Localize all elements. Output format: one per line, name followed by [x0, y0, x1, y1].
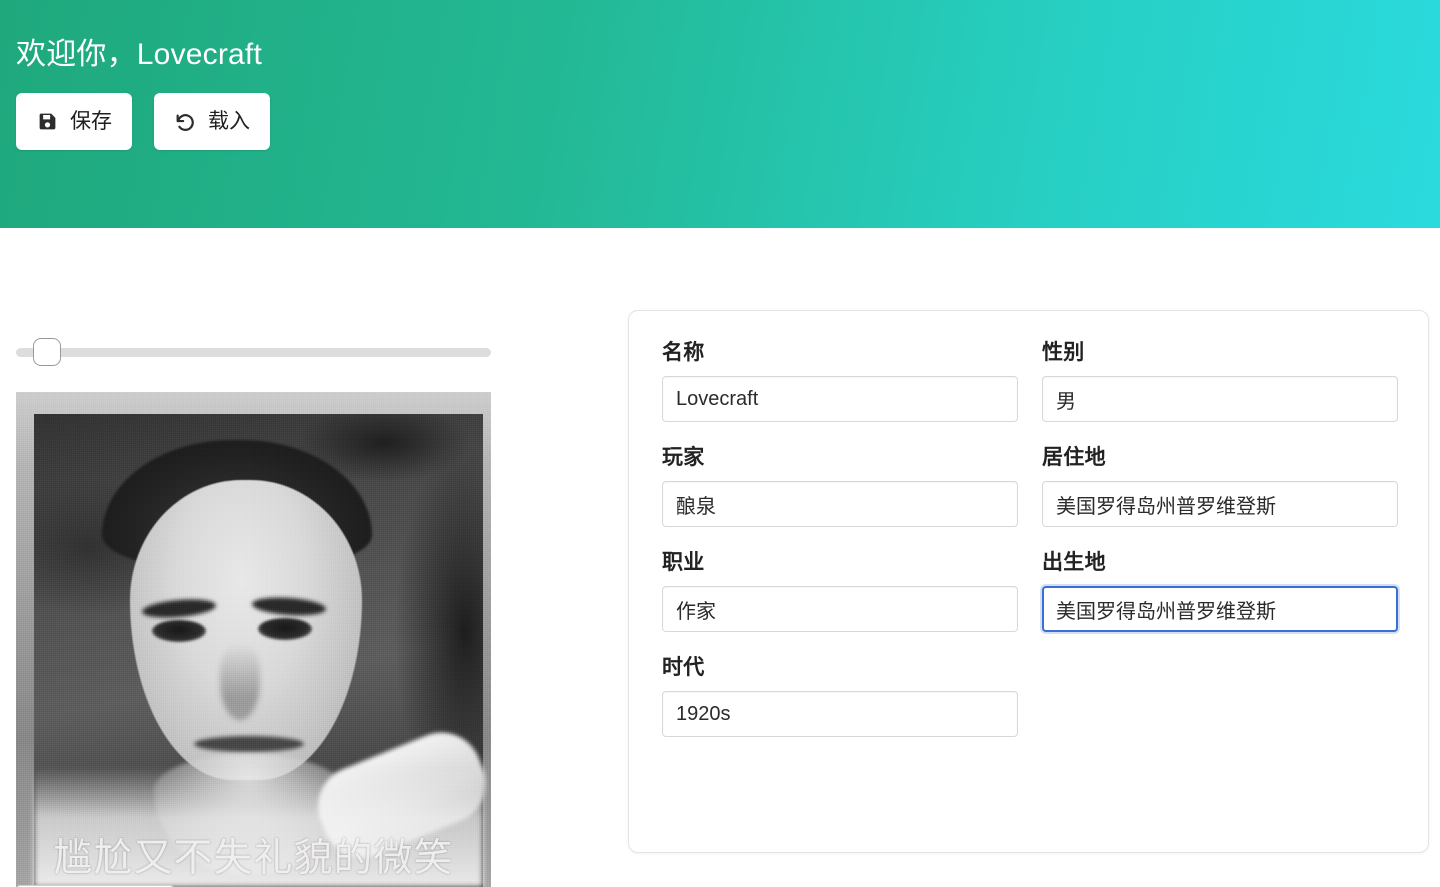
field-era: 时代 — [662, 653, 1018, 737]
field-occupation: 职业 — [662, 548, 1018, 632]
avatar-pane: 尴尬又不失礼貌的微笑 — [0, 228, 510, 887]
field-player-label: 玩家 — [662, 446, 705, 469]
field-name: 名称 — [662, 338, 1018, 422]
avatar-image[interactable]: 尴尬又不失礼貌的微笑 — [16, 392, 491, 887]
era-input[interactable] — [662, 691, 1018, 737]
player-input[interactable] — [662, 481, 1018, 527]
name-input[interactable] — [662, 376, 1018, 422]
field-occupation-label: 职业 — [662, 551, 705, 574]
field-player: 玩家 — [662, 443, 1018, 527]
character-info-card: 名称 性别 玩家 居住地 职业 出生地 — [628, 310, 1429, 853]
floppy-disk-icon — [36, 111, 58, 133]
field-gender: 性别 — [1042, 338, 1398, 422]
birthplace-input[interactable] — [1042, 586, 1398, 632]
header-actions: 保存 载入 — [16, 93, 270, 150]
field-era-label: 时代 — [662, 656, 705, 679]
save-button[interactable]: 保存 — [16, 93, 132, 150]
residence-input[interactable] — [1042, 481, 1398, 527]
save-button-label: 保存 — [70, 110, 112, 133]
field-residence-label: 居住地 — [1042, 446, 1106, 469]
slider-thumb[interactable] — [33, 338, 61, 366]
avatar-photo — [16, 392, 491, 887]
slider-track[interactable] — [16, 348, 491, 357]
field-birthplace-label: 出生地 — [1042, 551, 1106, 574]
avatar-caption: 尴尬又不失礼貌的微笑 — [53, 837, 454, 880]
gender-input[interactable] — [1042, 376, 1398, 422]
field-gender-label: 性别 — [1042, 341, 1085, 364]
field-name-label: 名称 — [662, 341, 705, 364]
undo-arrow-icon — [174, 111, 196, 133]
character-fields-grid: 名称 性别 玩家 居住地 职业 出生地 — [662, 338, 1398, 758]
load-button[interactable]: 载入 — [154, 93, 270, 150]
occupation-input[interactable] — [662, 586, 1018, 632]
field-birthplace: 出生地 — [1042, 548, 1398, 632]
main-content: 尴尬又不失礼貌的微笑 名称 性别 玩家 居住地 职业 — [0, 228, 1440, 887]
page-title: 欢迎你，Lovecraft — [16, 38, 262, 72]
field-residence: 居住地 — [1042, 443, 1398, 527]
app-header: 欢迎你，Lovecraft 保存 载入 — [0, 0, 1440, 228]
avatar-zoom-slider[interactable] — [16, 338, 491, 366]
load-button-label: 载入 — [208, 110, 250, 133]
